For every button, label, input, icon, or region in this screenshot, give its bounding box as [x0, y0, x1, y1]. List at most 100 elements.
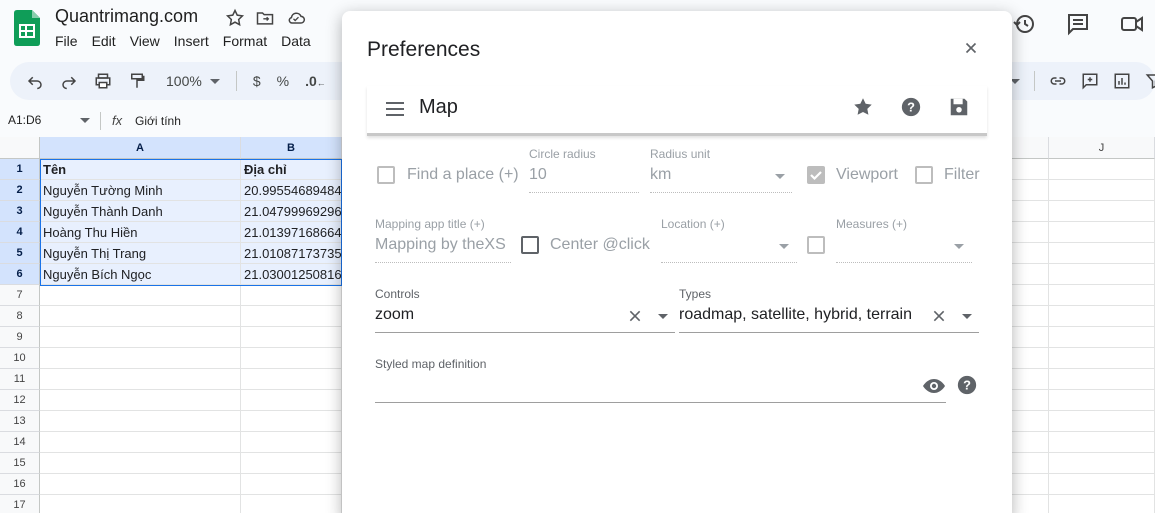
table-cell[interactable]: 20.99554689484	[241, 180, 342, 201]
table-cell[interactable]: Nguyễn Bích Ngọc	[40, 264, 241, 285]
save-icon[interactable]	[948, 96, 970, 118]
insert-chart-icon[interactable]	[1113, 72, 1131, 90]
row-header[interactable]: 1	[0, 159, 40, 180]
table-cell[interactable]	[1012, 390, 1049, 411]
viewport-checkbox[interactable]	[807, 166, 825, 184]
row-header[interactable]: 2	[0, 180, 40, 201]
table-cell[interactable]	[1049, 411, 1155, 432]
table-cell[interactable]	[1049, 201, 1155, 222]
table-cell[interactable]	[40, 474, 241, 495]
column-header-a[interactable]: A	[40, 137, 241, 159]
table-cell[interactable]	[1012, 243, 1049, 264]
paint-format-icon[interactable]	[128, 72, 146, 90]
table-cell[interactable]	[1049, 453, 1155, 474]
location-select[interactable]	[661, 236, 797, 263]
center-click-checkbox[interactable]	[521, 236, 539, 254]
grid-corner[interactable]	[0, 137, 40, 159]
table-cell[interactable]	[1012, 222, 1049, 243]
table-cell[interactable]	[1049, 306, 1155, 327]
table-cell[interactable]	[1049, 264, 1155, 285]
table-cell[interactable]	[241, 495, 342, 513]
table-cell[interactable]	[1049, 243, 1155, 264]
document-title[interactable]: Quantrimang.com	[55, 6, 198, 27]
table-cell[interactable]	[1012, 411, 1049, 432]
close-icon[interactable]	[962, 39, 980, 57]
controls-clear-icon[interactable]	[627, 308, 643, 324]
table-cell[interactable]	[1049, 474, 1155, 495]
row-header[interactable]: 16	[0, 474, 40, 495]
types-clear-icon[interactable]	[931, 308, 947, 324]
table-cell[interactable]	[40, 306, 241, 327]
table-cell[interactable]	[1012, 432, 1049, 453]
table-cell[interactable]	[40, 390, 241, 411]
table-cell[interactable]: 21.03001250816	[241, 264, 342, 285]
row-header[interactable]: 9	[0, 327, 40, 348]
cloud-saved-icon[interactable]	[285, 8, 307, 28]
table-cell[interactable]	[1012, 180, 1049, 201]
menu-file[interactable]: File	[55, 33, 78, 49]
zoom-dropdown-icon[interactable]	[209, 78, 220, 84]
column-header-b[interactable]: B	[241, 137, 342, 159]
table-cell[interactable]: Địa chỉ	[241, 159, 342, 180]
menu-insert[interactable]: Insert	[174, 33, 209, 49]
table-cell[interactable]	[1049, 495, 1155, 513]
menu-edit[interactable]: Edit	[92, 33, 116, 49]
table-cell[interactable]	[1012, 285, 1049, 306]
table-cell[interactable]	[40, 369, 241, 390]
row-header[interactable]: 11	[0, 369, 40, 390]
types-select[interactable]: roadmap, satellite, hybrid, terrain	[679, 306, 979, 333]
table-cell[interactable]	[241, 453, 342, 474]
table-cell[interactable]	[1049, 348, 1155, 369]
comment-icon[interactable]	[1066, 12, 1090, 36]
table-cell[interactable]	[40, 495, 241, 513]
menu-data[interactable]: Data	[281, 33, 311, 49]
table-cell[interactable]	[40, 348, 241, 369]
table-cell[interactable]	[1012, 348, 1049, 369]
table-cell[interactable]: Nguyễn Thành Danh	[40, 201, 241, 222]
table-cell[interactable]	[241, 390, 342, 411]
row-header[interactable]: 3	[0, 201, 40, 222]
table-cell[interactable]	[241, 285, 342, 306]
table-cell[interactable]: 21.01397168664	[241, 222, 342, 243]
percent-button[interactable]: %	[277, 73, 289, 89]
table-cell[interactable]	[241, 432, 342, 453]
table-cell[interactable]: Nguyễn Tường Minh	[40, 180, 241, 201]
table-cell[interactable]	[1012, 474, 1049, 495]
circle-radius-input[interactable]: 10	[529, 166, 639, 193]
table-cell[interactable]	[1049, 285, 1155, 306]
table-cell[interactable]	[1012, 369, 1049, 390]
table-cell[interactable]	[1012, 306, 1049, 327]
undo-icon[interactable]	[26, 72, 44, 90]
table-cell[interactable]: Nguyễn Thị Trang	[40, 243, 241, 264]
table-cell[interactable]	[40, 411, 241, 432]
row-header[interactable]: 15	[0, 453, 40, 474]
redo-icon[interactable]	[60, 72, 78, 90]
menu-format[interactable]: Format	[223, 33, 267, 49]
row-header[interactable]: 6	[0, 264, 40, 285]
table-cell[interactable]	[40, 432, 241, 453]
row-header[interactable]: 10	[0, 348, 40, 369]
row-header[interactable]: 13	[0, 411, 40, 432]
table-cell[interactable]: 21.01087173735	[241, 243, 342, 264]
table-cell[interactable]	[1012, 264, 1049, 285]
print-icon[interactable]	[94, 72, 112, 90]
zoom-select[interactable]: 100%	[166, 73, 202, 89]
preview-eye-icon[interactable]	[922, 374, 946, 398]
name-box-dropdown-icon[interactable]	[80, 118, 90, 123]
table-cell[interactable]: Tên	[40, 159, 241, 180]
table-cell[interactable]	[1012, 495, 1049, 513]
find-place-checkbox[interactable]	[377, 166, 395, 184]
filter-icon[interactable]	[1145, 72, 1155, 90]
table-cell[interactable]: 21.04799969296	[241, 201, 342, 222]
history-icon[interactable]	[1012, 12, 1036, 36]
insert-comment-icon[interactable]	[1081, 72, 1099, 90]
controls-dropdown-icon[interactable]	[658, 314, 668, 319]
styled-map-input[interactable]	[375, 376, 946, 403]
currency-button[interactable]: $	[253, 73, 261, 89]
row-header[interactable]: 7	[0, 285, 40, 306]
table-cell[interactable]	[1049, 432, 1155, 453]
favorite-star-icon[interactable]	[852, 96, 874, 118]
row-header[interactable]: 14	[0, 432, 40, 453]
formula-input[interactable]: Giới tính	[135, 114, 181, 128]
table-cell[interactable]	[1049, 180, 1155, 201]
